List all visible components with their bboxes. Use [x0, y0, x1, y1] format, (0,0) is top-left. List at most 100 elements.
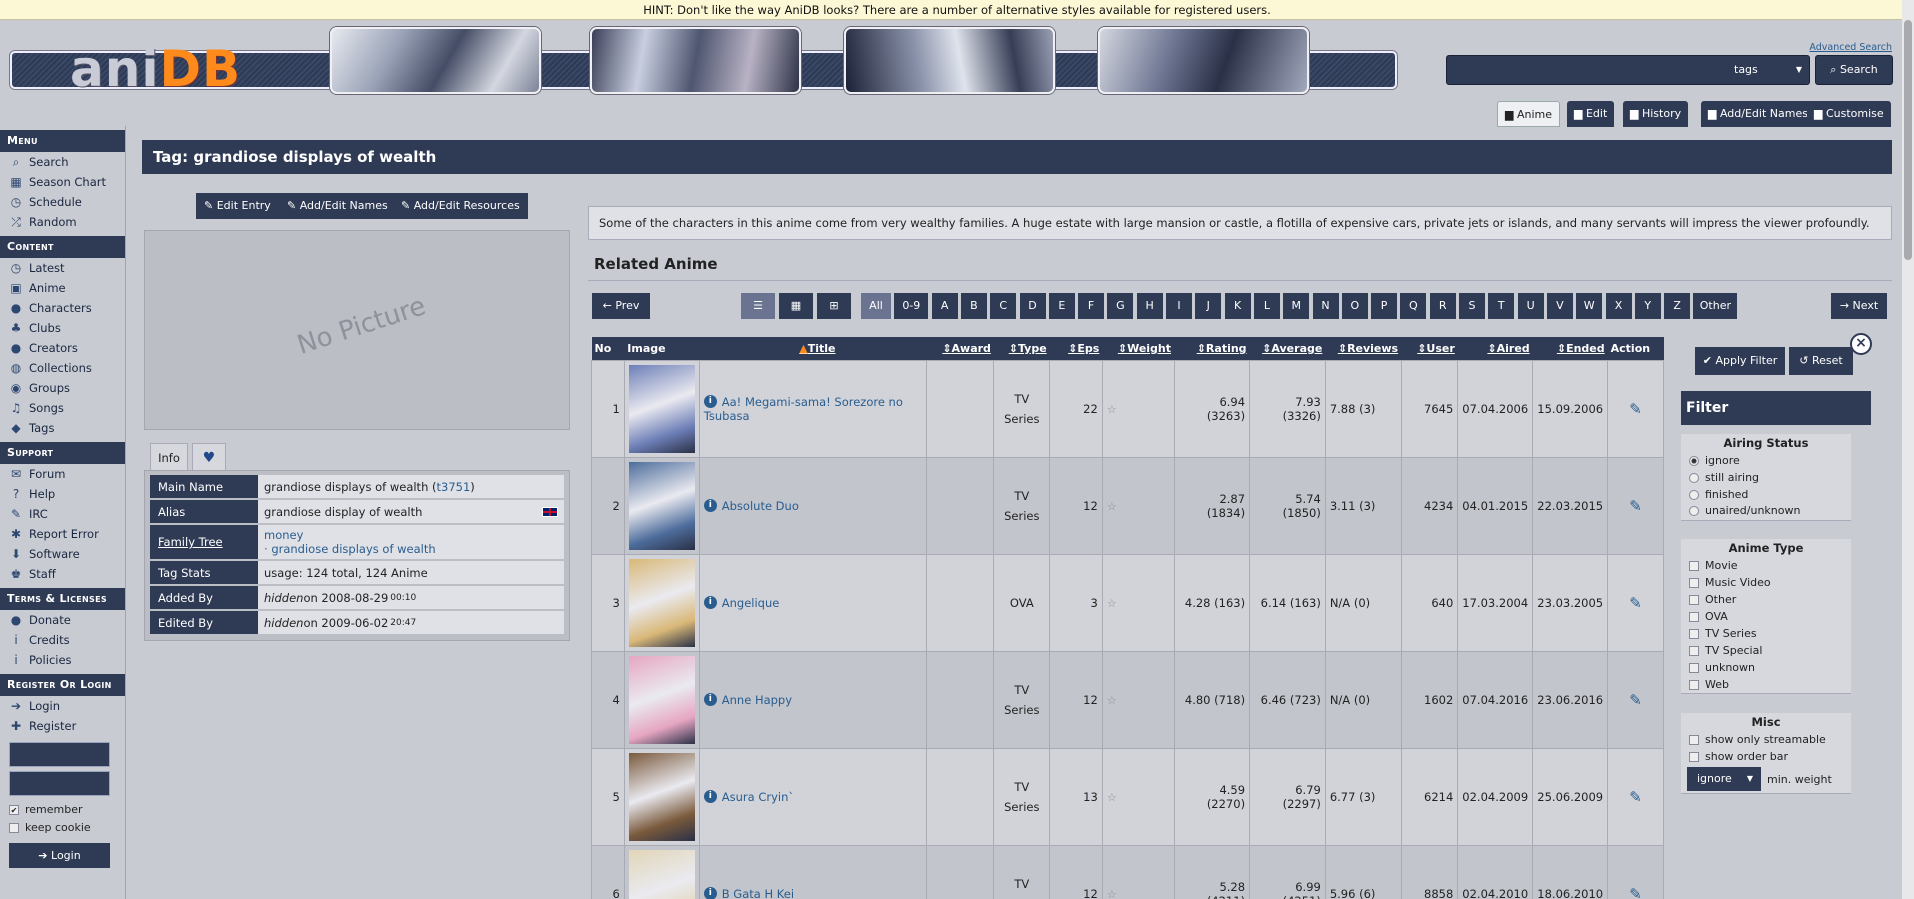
edit-icon[interactable]: ✎	[1629, 400, 1642, 418]
type-option-music-video[interactable]: Music Video	[1681, 574, 1851, 591]
edit-icon[interactable]: ✎	[1629, 594, 1642, 612]
add-edit-names-button[interactable]: ✎ Add/Edit Names	[279, 193, 396, 219]
username-input[interactable]	[9, 742, 110, 767]
letter-filter-f[interactable]: F	[1078, 293, 1105, 319]
row-image[interactable]	[623, 650, 700, 749]
search-button[interactable]: ⌕ Search	[1815, 55, 1893, 85]
search-mode-select[interactable]: tags ▼	[1720, 58, 1808, 82]
row-image[interactable]	[623, 747, 700, 846]
letter-filter-x[interactable]: X	[1605, 293, 1632, 319]
letter-filter-n[interactable]: N	[1312, 293, 1339, 319]
letter-filter-p[interactable]: P	[1371, 293, 1398, 319]
letter-filter-j[interactable]: J	[1195, 293, 1222, 319]
letter-filter-digits[interactable]: 0-9	[894, 293, 929, 319]
advanced-search-link[interactable]: Advanced Search	[1809, 42, 1892, 53]
sidebar-item-anime[interactable]: ▣ Anime	[0, 278, 125, 298]
tab-favourite[interactable]: ♥	[192, 443, 226, 471]
tab-add-edit-names[interactable]: ▆ Add/Edit Names	[1701, 101, 1815, 127]
site-logo[interactable]: aniDB	[70, 40, 241, 98]
sidebar-item-collections[interactable]: ◍ Collections	[0, 358, 125, 378]
sidebar-item-characters[interactable]: ● Characters	[0, 298, 125, 318]
anime-thumbnail[interactable]	[628, 461, 695, 550]
sidebar-item-donate[interactable]: ● Donate	[0, 610, 125, 630]
letter-filter-e[interactable]: E	[1048, 293, 1075, 319]
keep-cookie-checkbox[interactable]: keep cookie	[0, 819, 125, 837]
type-option-tv-special[interactable]: TV Special	[1681, 642, 1851, 659]
letter-filter-w[interactable]: W	[1576, 293, 1603, 319]
letter-filter-g[interactable]: G	[1107, 293, 1134, 319]
sidebar-item-songs[interactable]: ♫ Songs	[0, 398, 125, 418]
sidebar-item-forum[interactable]: ✉ Forum	[0, 464, 125, 484]
letter-filter-all[interactable]: All	[861, 293, 891, 319]
sidebar-item-tags[interactable]: ◆ Tags	[0, 418, 125, 438]
info-icon[interactable]: i	[703, 595, 717, 609]
letter-filter-v[interactable]: V	[1546, 293, 1573, 319]
add-edit-resources-button[interactable]: ✎ Add/Edit Resources	[393, 193, 528, 219]
col-reviews[interactable]: ⇕Reviews	[1325, 337, 1402, 360]
letter-filter-s[interactable]: S	[1459, 293, 1485, 319]
airing-option-unaired[interactable]: unaired/unknown	[1681, 503, 1851, 520]
tab-customise[interactable]: ▆ Customise	[1807, 101, 1891, 127]
type-option-movie[interactable]: Movie	[1681, 557, 1851, 574]
type-option-tv-series[interactable]: TV Series	[1681, 625, 1851, 642]
sidebar-item-search[interactable]: ⌕ Search	[0, 152, 125, 172]
letter-filter-h[interactable]: H	[1136, 293, 1163, 319]
sidebar-item-schedule[interactable]: ◷ Schedule	[0, 192, 125, 212]
col-rating[interactable]: ⇕Rating	[1174, 337, 1250, 360]
sidebar-item-register[interactable]: ✚ Register	[0, 716, 125, 736]
letter-filter-d[interactable]: D	[1019, 293, 1046, 319]
type-option-unknown[interactable]: unknown	[1681, 659, 1851, 676]
row-image[interactable]	[623, 456, 700, 555]
type-option-other[interactable]: Other	[1681, 591, 1851, 608]
anime-title-link[interactable]: Aa! Megami-sama! Sorezore no Tsubasa	[704, 395, 903, 423]
anime-title-link[interactable]: Asura Cryin`	[722, 790, 794, 804]
sidebar-item-policies[interactable]: i Policies	[0, 650, 125, 670]
info-icon[interactable]: i	[703, 394, 717, 408]
col-award[interactable]: ⇕Award	[926, 337, 994, 360]
row-image[interactable]	[623, 844, 700, 899]
row-image[interactable]	[623, 553, 700, 652]
edit-icon[interactable]: ✎	[1629, 691, 1642, 709]
letter-filter-l[interactable]: L	[1253, 293, 1280, 319]
view-list-button[interactable]: ☰	[741, 293, 775, 319]
edit-icon[interactable]: ✎	[1629, 788, 1642, 806]
tab-history[interactable]: ▆ History	[1623, 101, 1689, 127]
letter-filter-m[interactable]: M	[1283, 293, 1310, 319]
anime-title-link[interactable]: Absolute Duo	[722, 499, 799, 513]
sidebar-item-help[interactable]: ? Help	[0, 484, 125, 504]
tag-id-link[interactable]: t3751	[437, 480, 471, 494]
edit-entry-button[interactable]: ✎ Edit Entry	[196, 193, 279, 219]
type-option-ova[interactable]: OVA	[1681, 608, 1851, 625]
remember-checkbox[interactable]: ✔ remember	[0, 801, 125, 819]
scrollbar-thumb[interactable]	[1904, 20, 1912, 260]
letter-filter-y[interactable]: Y	[1634, 293, 1661, 319]
type-option-web[interactable]: Web	[1681, 676, 1851, 693]
tab-anime[interactable]: ▆ Anime	[1497, 101, 1561, 127]
anime-thumbnail[interactable]	[628, 364, 695, 453]
reset-filter-button[interactable]: ↺ Reset	[1789, 347, 1853, 375]
col-aired[interactable]: ⇕Aired	[1457, 337, 1533, 360]
prev-button[interactable]: ← Prev	[592, 293, 650, 319]
letter-filter-u[interactable]: U	[1517, 293, 1544, 319]
letter-filter-a[interactable]: A	[931, 293, 958, 319]
info-icon[interactable]: i	[703, 498, 717, 512]
letter-filter-k[interactable]: K	[1224, 293, 1251, 319]
airing-option-ignore[interactable]: ignore	[1681, 452, 1851, 469]
anime-title-link[interactable]: B Gata H Kei	[722, 887, 794, 899]
anime-title-link[interactable]: Anne Happy	[722, 693, 792, 707]
sidebar-item-report-error[interactable]: ✱ Report Error	[0, 524, 125, 544]
col-type[interactable]: ⇕Type	[993, 337, 1050, 360]
letter-filter-z[interactable]: Z	[1664, 293, 1691, 319]
sidebar-item-latest[interactable]: ◷ Latest	[0, 258, 125, 278]
anime-thumbnail[interactable]	[628, 752, 695, 841]
show-order-bar-checkbox[interactable]: show order bar	[1681, 748, 1851, 765]
view-grid-button[interactable]: ▦	[779, 293, 813, 319]
close-icon[interactable]: ×	[1850, 333, 1872, 355]
letter-filter-b[interactable]: B	[960, 293, 987, 319]
sidebar-item-credits[interactable]: i Credits	[0, 630, 125, 650]
airing-option-still-airing[interactable]: still airing	[1681, 469, 1851, 486]
sidebar-item-login[interactable]: ➔ Login	[0, 696, 125, 716]
login-button[interactable]: ➔ Login	[9, 843, 110, 868]
sidebar-item-software[interactable]: ⬇ Software	[0, 544, 125, 564]
letter-filter-r[interactable]: R	[1429, 293, 1456, 319]
